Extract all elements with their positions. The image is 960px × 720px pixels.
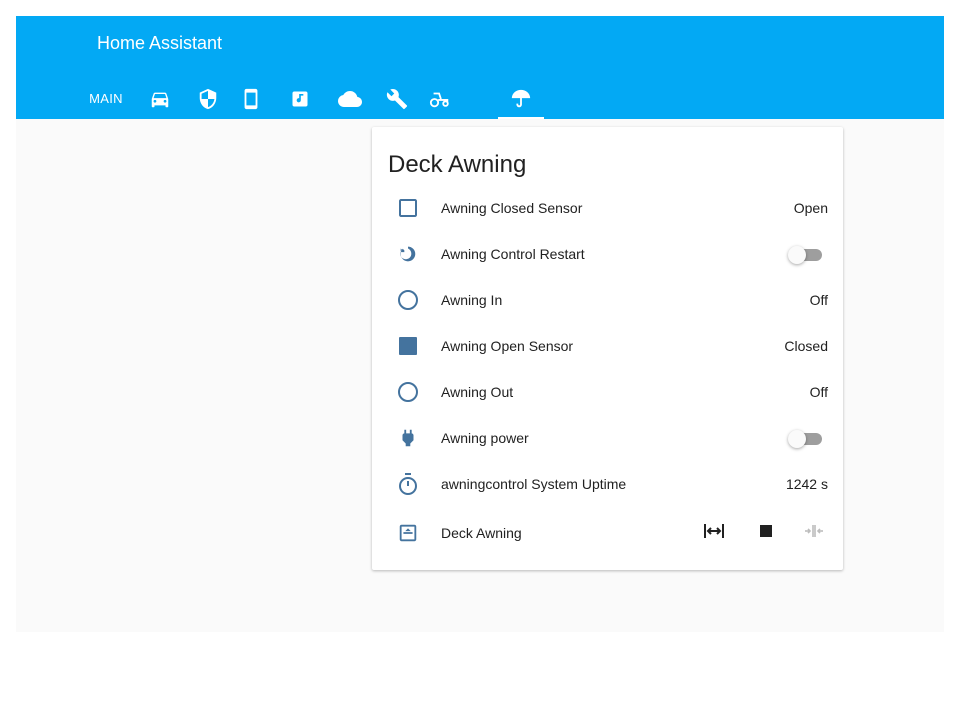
wrench-icon <box>386 88 408 110</box>
power-toggle[interactable] <box>788 430 824 448</box>
circle-outline-icon <box>396 380 420 404</box>
entity-row-awning-power[interactable]: Awning power <box>388 418 828 458</box>
entity-label: Deck Awning <box>441 525 522 541</box>
restart-toggle[interactable] <box>788 246 824 264</box>
entity-row-awning-open-sensor[interactable]: Awning Open Sensor Closed <box>388 326 828 366</box>
open-cover-icon <box>702 519 726 548</box>
entity-state: Open <box>793 200 828 216</box>
entity-row-deck-awning-cover[interactable]: Deck Awning <box>388 513 828 553</box>
window-shutter-icon <box>396 521 420 545</box>
entity-label: Awning Out <box>441 384 514 400</box>
entity-row-awning-closed-sensor[interactable]: Awning Closed Sensor Open <box>388 188 828 228</box>
phone-icon <box>240 88 262 110</box>
tab-tools[interactable] <box>375 78 419 119</box>
umbrella-icon <box>510 88 532 110</box>
restart-icon <box>396 242 420 266</box>
checkbox-blank-icon <box>396 334 420 358</box>
entity-state: Closed <box>784 338 828 354</box>
music-note-icon <box>290 89 310 109</box>
entity-state: Off <box>809 384 828 400</box>
entity-label: awningcontrol System Uptime <box>441 476 627 492</box>
entity-state: 1242 s <box>785 476 828 492</box>
shield-icon <box>197 88 219 110</box>
tractor-icon <box>429 88 451 110</box>
car-icon <box>149 88 171 110</box>
entity-row-awning-control-restart[interactable]: Awning Control Restart <box>388 234 828 274</box>
tab-phone[interactable] <box>227 78 275 119</box>
checkbox-blank-outline-icon <box>396 196 420 220</box>
tab-main[interactable]: MAIN <box>81 78 131 119</box>
deck-awning-card: Deck Awning Awning Closed Sensor Open Aw… <box>372 127 843 570</box>
open-cover-button[interactable] <box>700 519 728 547</box>
entity-label: Awning In <box>441 292 503 308</box>
stop-cover-button[interactable] <box>752 519 780 547</box>
entity-label: Awning power <box>441 430 529 446</box>
entity-label: Awning Open Sensor <box>441 338 574 354</box>
circle-outline-icon <box>396 288 420 312</box>
tab-main-label: MAIN <box>89 91 123 106</box>
close-cover-button[interactable] <box>800 519 828 547</box>
tab-weather[interactable] <box>325 78 375 119</box>
tab-security[interactable] <box>189 78 227 119</box>
tab-active-indicator <box>498 117 544 119</box>
tab-media[interactable] <box>275 78 325 119</box>
tab-car[interactable] <box>131 78 189 119</box>
stop-icon <box>759 524 773 543</box>
tab-yard[interactable] <box>419 78 461 119</box>
entity-row-awning-out[interactable]: Awning Out Off <box>388 372 828 412</box>
card-title: Deck Awning <box>388 151 527 178</box>
timer-icon <box>396 472 420 496</box>
power-plug-icon <box>396 426 420 450</box>
app-title: Home Assistant <box>97 33 223 53</box>
entity-state: Off <box>809 292 828 308</box>
entity-row-system-uptime[interactable]: awningcontrol System Uptime 1242 s <box>388 464 828 504</box>
entity-label: Awning Closed Sensor <box>441 200 583 216</box>
app-header: Home Assistant MAIN <box>16 16 944 119</box>
close-cover-icon <box>802 519 826 548</box>
app-shell: Home Assistant MAIN Deck Awning Awning C… <box>16 16 944 632</box>
toggle-thumb <box>788 430 806 448</box>
cloud-icon <box>338 87 362 111</box>
tab-awning[interactable] <box>498 78 544 119</box>
entity-label: Awning Control Restart <box>441 246 585 262</box>
toggle-thumb <box>788 246 806 264</box>
entity-row-awning-in[interactable]: Awning In Off <box>388 280 828 320</box>
